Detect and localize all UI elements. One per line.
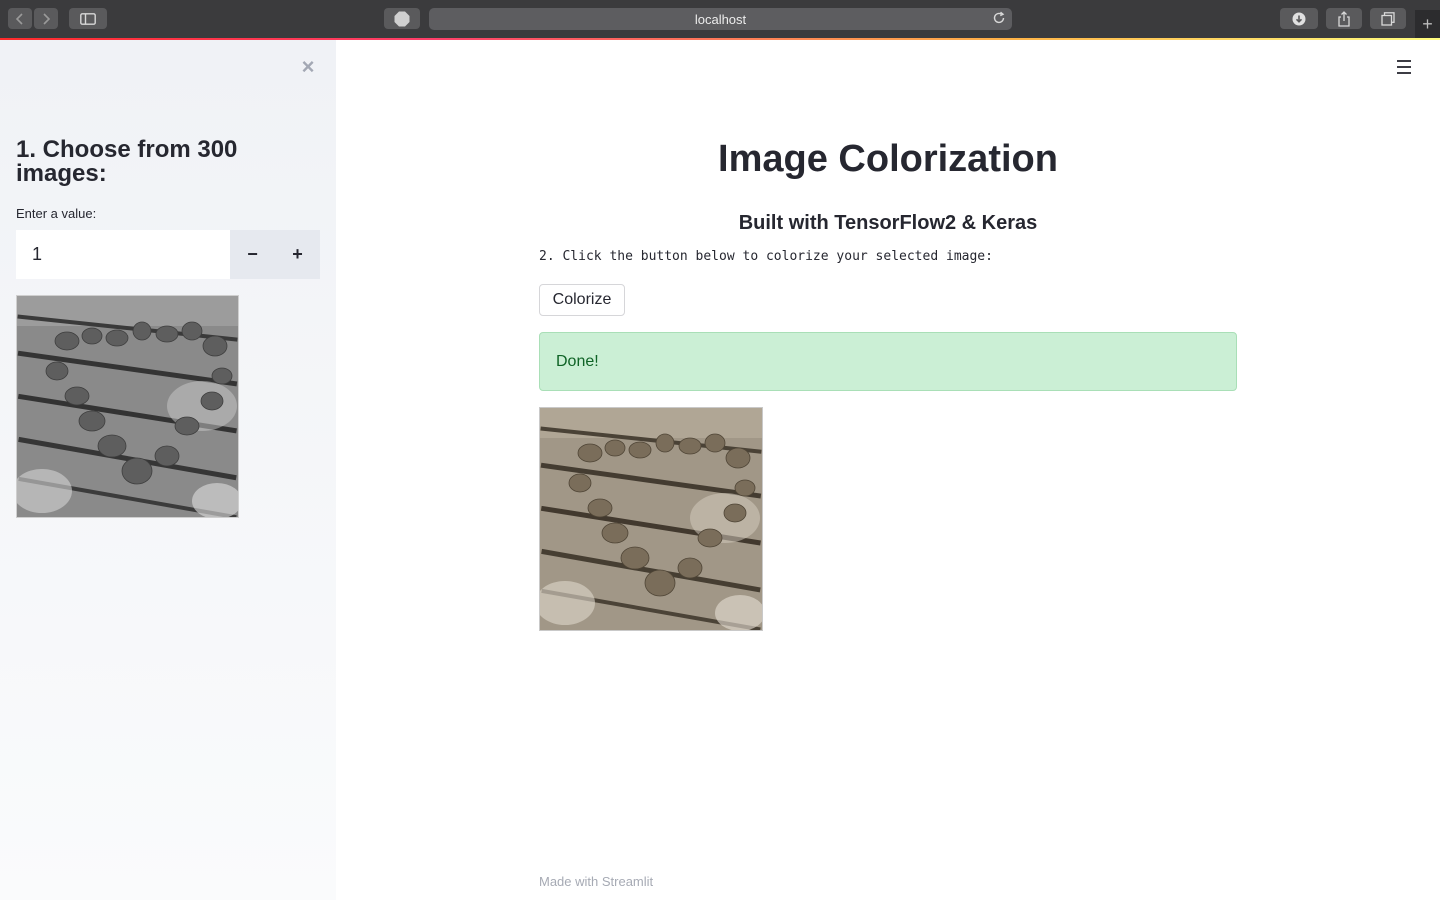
- main-menu-button[interactable]: [1394, 58, 1414, 76]
- download-icon: [1292, 12, 1306, 25]
- reload-icon[interactable]: [992, 11, 1006, 25]
- adblock-button[interactable]: [384, 8, 420, 29]
- forward-button[interactable]: [34, 8, 58, 29]
- grayscale-input-image: [16, 295, 239, 518]
- image-index-input[interactable]: [16, 230, 230, 279]
- number-input-group: − +: [16, 230, 320, 279]
- tabs-icon: [1381, 11, 1395, 26]
- close-sidebar-button[interactable]: ×: [298, 54, 318, 79]
- back-button[interactable]: [8, 8, 32, 29]
- success-alert: Done!: [539, 332, 1237, 391]
- leaf-heart-image-color: [540, 408, 762, 630]
- downloads-button[interactable]: [1280, 8, 1318, 29]
- plus-icon: +: [292, 244, 303, 264]
- sidebar: × 1. Choose from 300 images: Enter a val…: [0, 40, 336, 900]
- close-icon: ×: [301, 54, 315, 79]
- chevron-right-icon: [43, 12, 50, 25]
- hamburger-icon: [1397, 60, 1411, 74]
- adblock-icon: [394, 11, 410, 26]
- chevron-left-icon: [16, 12, 23, 25]
- plus-icon: +: [1422, 13, 1433, 34]
- minus-icon: −: [247, 244, 258, 264]
- url-text: localhost: [694, 11, 747, 27]
- share-icon: [1338, 10, 1350, 27]
- instruction-text: 2. Click the button below to colorize yo…: [539, 249, 993, 264]
- browser-toolbar: localhost +: [0, 0, 1440, 39]
- footer-text[interactable]: Made with Streamlit: [539, 874, 653, 889]
- share-button[interactable]: [1326, 8, 1362, 29]
- colorize-button[interactable]: Colorize: [539, 284, 625, 316]
- decrement-button[interactable]: −: [230, 230, 275, 279]
- new-tab-button[interactable]: +: [1415, 10, 1440, 38]
- sidebar-icon: [80, 12, 96, 25]
- success-message: Done!: [556, 352, 599, 370]
- increment-button[interactable]: +: [275, 230, 320, 279]
- sidebar-toggle-button[interactable]: [69, 8, 107, 29]
- number-input-label: Enter a value:: [16, 206, 97, 221]
- leaf-heart-image-gray: [17, 296, 238, 517]
- sidebar-heading: 1. Choose from 300 images:: [16, 136, 238, 187]
- page-subtitle: Built with TensorFlow2 & Keras: [738, 212, 1038, 234]
- tabs-overview-button[interactable]: [1370, 8, 1406, 29]
- page-title: Image Colorization: [718, 138, 1058, 180]
- colorized-output-image: [539, 407, 763, 631]
- address-bar[interactable]: localhost: [429, 8, 1012, 30]
